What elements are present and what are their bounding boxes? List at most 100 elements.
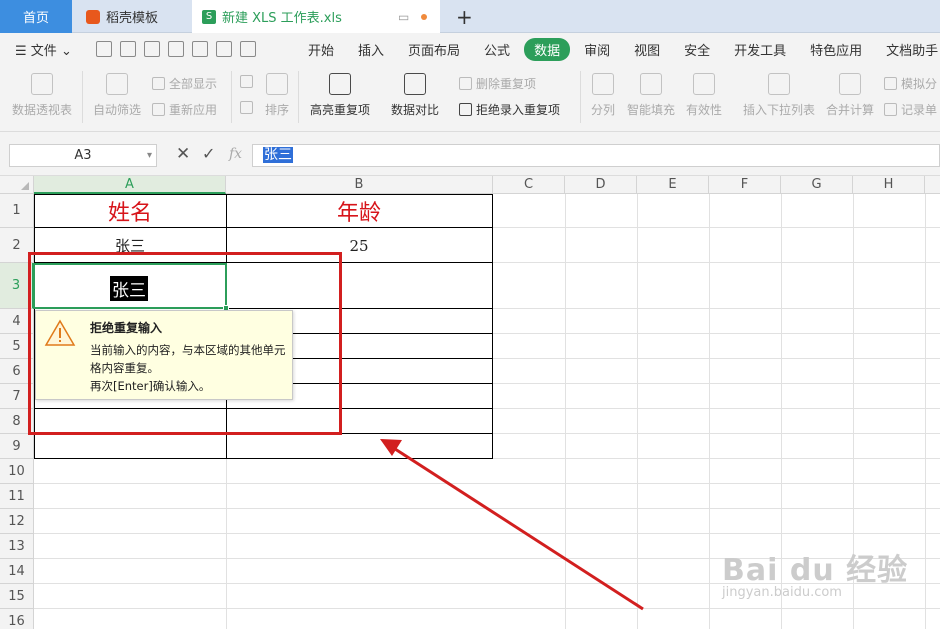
record-sheet-button[interactable]: 记录单 xyxy=(884,101,937,118)
print-icon[interactable] xyxy=(168,41,184,57)
reapply-icon xyxy=(152,103,165,116)
reapply-label: 重新应用 xyxy=(169,103,218,117)
validity-icon xyxy=(693,73,715,95)
simulate-button[interactable]: 模拟分 xyxy=(884,75,937,92)
tab-home[interactable]: 首页 xyxy=(0,0,72,33)
validity-button[interactable]: 有效性 xyxy=(686,73,722,118)
ribbon-data: 数据透视表 自动筛选 全部显示 重新应用 排序 高亮重复项 数据对比 删除重复项… xyxy=(0,65,940,132)
menu-bar: ☰ 文件 ⌄ 开始 插入 页面布局 公式 数据 审阅 视图 安全 开发工具 特色… xyxy=(0,33,940,65)
watermark-brand: Bai du 经验 xyxy=(722,553,909,588)
reject-duplicates-icon xyxy=(459,103,472,116)
quick-access-toolbar xyxy=(96,41,256,57)
show-all-button[interactable]: 全部显示 xyxy=(152,75,217,92)
smart-fill-icon xyxy=(640,73,662,95)
spreadsheet-grid[interactable]: A B C D E F G H 1 2 3 4 5 6 7 8 9 10 11 … xyxy=(0,176,940,629)
monitor-icon[interactable]: ▭ xyxy=(398,10,409,24)
data-compare-icon xyxy=(404,73,426,95)
record-sheet-icon xyxy=(884,103,897,116)
tab-formula[interactable]: 公式 xyxy=(484,40,510,59)
insert-function-icon[interactable]: fx xyxy=(229,146,242,162)
funnel-icon xyxy=(106,73,128,95)
save-icon[interactable] xyxy=(120,41,136,57)
smart-fill-button[interactable]: 智能填充 xyxy=(627,73,675,118)
tab-start[interactable]: 开始 xyxy=(308,40,334,59)
insert-dropdown-label: 插入下拉列表 xyxy=(743,103,816,117)
baidu-watermark: Bai du 经验 jingyan.baidu.com xyxy=(722,545,909,600)
reject-duplicates-label: 拒绝录入重复项 xyxy=(476,103,561,117)
tab-document-label: 新建 XLS 工作表.xls xyxy=(222,11,342,26)
ribbon-tabs: 开始 插入 页面布局 公式 数据 审阅 视图 安全 开发工具 特色应用 文档助手 xyxy=(308,33,940,65)
sort-button[interactable]: 排序 xyxy=(265,73,289,118)
ribbon-divider xyxy=(82,71,83,123)
highlight-duplicates-icon xyxy=(329,73,351,95)
split-column-label: 分列 xyxy=(591,103,616,117)
ribbon-divider xyxy=(298,71,299,123)
format-painter-icon[interactable] xyxy=(144,41,160,57)
tab-bar: 首页 稻壳模板 S 新建 XLS 工作表.xls ▭ + xyxy=(0,0,940,33)
watermark-url: jingyan.baidu.com xyxy=(722,585,842,600)
name-box[interactable]: A3 ▾ xyxy=(9,144,157,167)
tab-page-layout[interactable]: 页面布局 xyxy=(408,40,460,59)
sort-ascending-button[interactable] xyxy=(240,75,257,88)
docer-icon xyxy=(86,9,100,24)
tab-template[interactable]: 稻壳模板 xyxy=(76,0,190,33)
tab-insert[interactable]: 插入 xyxy=(358,40,384,59)
tab-template-label: 稻壳模板 xyxy=(106,11,159,26)
record-sheet-label: 记录单 xyxy=(901,103,938,117)
confirm-icon[interactable]: ✓ xyxy=(202,144,215,163)
chevron-down-icon[interactable]: ▾ xyxy=(147,145,152,166)
spreadsheet-icon: S xyxy=(202,9,216,24)
tab-features[interactable]: 特色应用 xyxy=(810,40,862,59)
pivot-table-label: 数据透视表 xyxy=(12,103,73,117)
sort-icon xyxy=(266,73,288,95)
ribbon-divider xyxy=(580,71,581,123)
smart-fill-label: 智能填充 xyxy=(627,103,676,117)
simulate-icon xyxy=(884,77,897,90)
tab-home-label: 首页 xyxy=(22,11,49,26)
reapply-button[interactable]: 重新应用 xyxy=(152,101,217,118)
formula-bar: A3 ▾ ✕ ✓ fx 张三 xyxy=(0,132,940,176)
auto-filter-label: 自动筛选 xyxy=(93,103,142,117)
tab-doc-assistant[interactable]: 文档助手 xyxy=(886,40,938,59)
delete-duplicates-icon xyxy=(459,77,472,90)
sort-label: 排序 xyxy=(265,103,290,117)
redo-icon[interactable] xyxy=(240,41,256,57)
print-preview-icon[interactable] xyxy=(192,41,208,57)
tab-security[interactable]: 安全 xyxy=(684,40,710,59)
data-compare-label: 数据对比 xyxy=(391,103,440,117)
pivot-table-button[interactable]: 数据透视表 xyxy=(12,73,72,118)
tab-data[interactable]: 数据 xyxy=(524,37,571,61)
new-tab-button[interactable]: + xyxy=(456,5,473,29)
open-icon[interactable] xyxy=(96,41,112,57)
reject-duplicates-button[interactable]: 拒绝录入重复项 xyxy=(459,101,560,118)
ribbon-divider xyxy=(231,71,232,123)
sort-descending-button[interactable] xyxy=(240,101,257,114)
file-menu-label: 文件 xyxy=(30,43,57,59)
tab-view[interactable]: 视图 xyxy=(634,40,660,59)
formula-value: 张三 xyxy=(263,147,293,163)
formula-input[interactable]: 张三 xyxy=(252,144,940,167)
split-column-icon xyxy=(592,73,614,95)
consolidate-button[interactable]: 合并计算 xyxy=(826,73,874,118)
validity-label: 有效性 xyxy=(686,103,723,117)
data-compare-button[interactable]: 数据对比 xyxy=(391,73,439,118)
delete-duplicates-button[interactable]: 删除重复项 xyxy=(459,75,536,92)
show-all-icon xyxy=(152,77,165,90)
split-column-button[interactable]: 分列 xyxy=(591,73,615,118)
unsaved-dot-icon xyxy=(421,13,427,20)
consolidate-label: 合并计算 xyxy=(826,103,875,117)
show-all-label: 全部显示 xyxy=(169,77,218,91)
undo-icon[interactable] xyxy=(216,41,232,57)
auto-filter-button[interactable]: 自动筛选 xyxy=(93,73,141,118)
highlight-duplicates-button[interactable]: 高亮重复项 xyxy=(310,73,370,118)
name-box-value: A3 xyxy=(74,148,92,163)
tab-developer[interactable]: 开发工具 xyxy=(734,40,786,59)
simulate-label: 模拟分 xyxy=(901,77,938,91)
insert-dropdown-button[interactable]: 插入下拉列表 xyxy=(743,73,815,118)
tab-review[interactable]: 审阅 xyxy=(584,40,610,59)
tab-document[interactable]: S 新建 XLS 工作表.xls ▭ xyxy=(192,0,440,33)
file-menu[interactable]: ☰ 文件 ⌄ xyxy=(15,40,72,59)
cancel-icon[interactable]: ✕ xyxy=(176,144,190,164)
sort-ascending-icon xyxy=(240,75,253,88)
delete-duplicates-label: 删除重复项 xyxy=(476,77,537,91)
